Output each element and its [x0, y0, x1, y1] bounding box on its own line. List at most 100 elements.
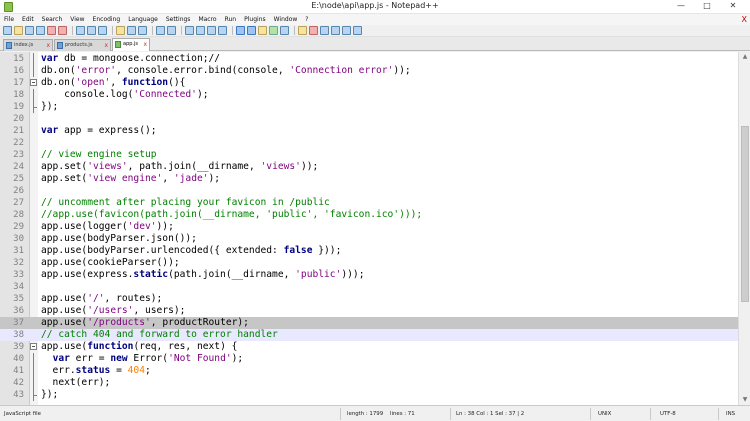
code-line[interactable]: 43}); — [0, 389, 738, 401]
menu-settings[interactable]: Settings — [162, 14, 195, 25]
zoom-out-icon[interactable] — [196, 26, 205, 35]
user-defined-language-icon[interactable] — [269, 26, 278, 35]
play-macro-icon[interactable] — [331, 26, 340, 35]
tab-app-js[interactable]: app.js x — [112, 38, 150, 51]
menu-run[interactable]: Run — [221, 14, 241, 25]
code-token: , users); — [133, 305, 186, 316]
code-line[interactable]: 26 — [0, 185, 738, 197]
close-document-button[interactable]: X — [742, 14, 747, 25]
code-line[interactable]: 38 // catch 404 and forward to error hand… — [0, 329, 738, 341]
code-line[interactable]: 29 app.use(logger('dev')); — [0, 221, 738, 233]
record-macro-icon[interactable] — [309, 26, 318, 35]
menu-search[interactable]: Search — [38, 14, 67, 25]
menu-macro[interactable]: Macro — [194, 14, 220, 25]
scrollbar-thumb[interactable] — [741, 126, 749, 302]
code-line[interactable]: 34 — [0, 281, 738, 293]
code-line[interactable]: 21 var app = express(); — [0, 125, 738, 137]
scroll-down-arrow-icon[interactable]: ▼ — [739, 395, 750, 405]
code-line[interactable]: 40 var err = new Error('Not Found'); — [0, 353, 738, 365]
line-number: 18 — [13, 90, 24, 100]
menu-help[interactable]: ? — [301, 14, 312, 25]
vertical-scrollbar[interactable]: ▲ ▼ — [738, 52, 750, 405]
code-token: , — [162, 173, 174, 184]
code-token: 'open' — [75, 77, 111, 88]
undo-icon[interactable] — [127, 26, 136, 35]
print-icon[interactable] — [76, 26, 85, 35]
menu-edit[interactable]: Edit — [18, 14, 38, 25]
save-icon[interactable] — [25, 26, 34, 35]
paste-icon[interactable] — [116, 26, 125, 35]
code-line[interactable]: 33 app.use(express.static(path.join(__dir… — [0, 269, 738, 281]
code-line[interactable]: 24 app.set('views', path.join(__dirname, … — [0, 161, 738, 173]
play-multiple-icon[interactable] — [342, 26, 351, 35]
new-file-icon[interactable] — [3, 26, 12, 35]
save-all-icon[interactable] — [36, 26, 45, 35]
zoom-in-icon[interactable] — [185, 26, 194, 35]
doc-map-icon[interactable] — [280, 26, 289, 35]
replace-icon[interactable] — [167, 26, 176, 35]
open-file-icon[interactable] — [14, 26, 23, 35]
status-eol: UNIX — [598, 411, 612, 417]
code-line[interactable]: 18 console.log('Connected'); — [0, 89, 738, 101]
code-line[interactable]: 30 app.use(bodyParser.json()); — [0, 233, 738, 245]
code-token: app = express(); — [58, 125, 157, 136]
menu-encoding[interactable]: Encoding — [89, 14, 125, 25]
tab-index-js[interactable]: index.js x — [3, 39, 53, 51]
menu-window[interactable]: Window — [270, 14, 302, 25]
close-window-button[interactable]: ✕ — [720, 0, 746, 12]
fold-toggle-icon[interactable] — [30, 79, 37, 86]
code-line[interactable]: 39 app.use(function(req, res, next) { — [0, 341, 738, 353]
menu-file[interactable]: File — [0, 14, 18, 25]
code-token: )); — [393, 65, 411, 76]
file-icon — [57, 42, 63, 49]
scroll-up-arrow-icon[interactable]: ▲ — [739, 52, 750, 62]
code-line[interactable]: 25 app.set('view engine', 'jade'); — [0, 173, 738, 185]
toolbar — [0, 25, 750, 37]
close-all-icon[interactable] — [58, 26, 67, 35]
code-line[interactable]: 41 err.status = 404; — [0, 365, 738, 377]
function-list-icon[interactable] — [298, 26, 307, 35]
code-line[interactable]: 28 //app.use(favicon(path.join(__dirname,… — [0, 209, 738, 221]
sync-vertical-icon[interactable] — [207, 26, 216, 35]
save-macro-icon[interactable] — [353, 26, 362, 35]
show-all-chars-icon[interactable] — [247, 26, 256, 35]
code-line[interactable]: 19}); — [0, 101, 738, 113]
code-token: 'Connection error' — [289, 65, 394, 76]
copy-icon[interactable] — [98, 26, 107, 35]
code-line[interactable]: 35 app.use('/', routes); — [0, 293, 738, 305]
code-line[interactable]: 27 // uncomment after placing your favico… — [0, 197, 738, 209]
tab-close-icon[interactable]: x — [143, 39, 147, 50]
code-line[interactable]: 17 db.on('open', function(){ — [0, 77, 738, 89]
code-line[interactable]: 37 app.use('/products', productRouter); — [0, 317, 738, 329]
indent-guide-icon[interactable] — [258, 26, 267, 35]
find-icon[interactable] — [156, 26, 165, 35]
code-line[interactable]: 16 db.on('error', console.error.bind(cons… — [0, 65, 738, 77]
code-line[interactable]: 42 next(err); — [0, 377, 738, 389]
close-icon[interactable] — [47, 26, 56, 35]
code-line[interactable]: 23 // view engine setup — [0, 149, 738, 161]
maximize-button[interactable]: □ — [694, 0, 720, 12]
menu-plugins[interactable]: Plugins — [240, 14, 270, 25]
code-token: var — [41, 125, 59, 136]
code-line[interactable]: 15 var db = mongoose.connection;// — [0, 53, 738, 65]
sync-horizontal-icon[interactable] — [218, 26, 227, 35]
stop-record-icon[interactable] — [320, 26, 329, 35]
menu-view[interactable]: View — [66, 14, 88, 25]
code-line[interactable]: 20 — [0, 113, 738, 125]
cut-icon[interactable] — [87, 26, 96, 35]
fold-toggle-icon[interactable] — [30, 343, 37, 350]
tab-close-icon[interactable]: x — [104, 40, 108, 51]
code-line[interactable]: 22 — [0, 137, 738, 149]
line-number: 37 — [13, 318, 24, 328]
word-wrap-icon[interactable] — [236, 26, 245, 35]
code-line[interactable]: 36 app.use('/users', users); — [0, 305, 738, 317]
code-editor[interactable]: 15 var db = mongoose.connection;// 16 db.on… — [0, 52, 738, 405]
tab-products-js[interactable]: products.js x — [54, 39, 111, 51]
menu-language[interactable]: Language — [124, 14, 162, 25]
code-line[interactable]: 32 app.use(cookieParser()); — [0, 257, 738, 269]
code-token: (req, res, next) { — [133, 341, 238, 352]
minimize-button[interactable]: — — [668, 0, 694, 12]
redo-icon[interactable] — [138, 26, 147, 35]
tab-close-icon[interactable]: x — [46, 40, 50, 51]
code-line[interactable]: 31 app.use(bodyParser.urlencoded({ extend… — [0, 245, 738, 257]
